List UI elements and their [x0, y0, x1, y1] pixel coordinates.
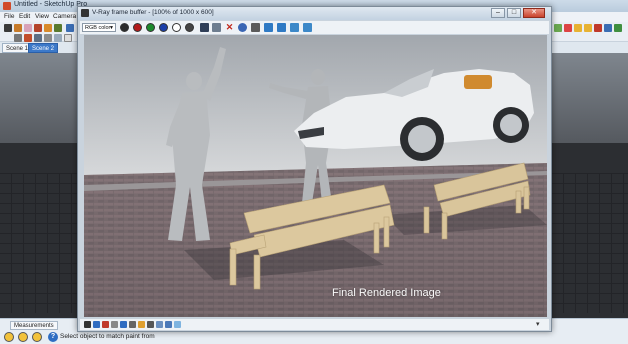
track-mouse-icon[interactable]: [238, 23, 247, 32]
arrow-icon[interactable]: [4, 24, 12, 32]
channel-mono-button[interactable]: [120, 23, 129, 32]
zoom-extents-icon[interactable]: [54, 34, 62, 42]
channel-select-value: RGB color: [85, 25, 111, 31]
move-icon[interactable]: [54, 24, 62, 32]
credits-icon[interactable]: [18, 332, 28, 342]
menu-file[interactable]: File: [4, 13, 14, 20]
pencil-icon[interactable]: [14, 24, 22, 32]
region-render-icon[interactable]: [264, 23, 273, 32]
right-toolbar: [552, 22, 628, 32]
lens-effects-icon[interactable]: [102, 321, 109, 328]
close-button[interactable]: ✕: [523, 8, 545, 18]
vfb-toolbar: RGB color ▼ ✕: [80, 21, 549, 34]
minimize-button[interactable]: –: [491, 8, 505, 18]
vray-light-icon[interactable]: [574, 24, 582, 32]
user-icon[interactable]: [32, 332, 42, 342]
vray-proxy-icon[interactable]: [614, 24, 622, 32]
tab-scene-2[interactable]: Scene 2: [28, 43, 59, 53]
copy-icon[interactable]: [251, 23, 260, 32]
help-icon[interactable]: ?: [48, 332, 58, 342]
color-correction-icon[interactable]: [303, 23, 312, 32]
channel-mono-view-button[interactable]: [185, 23, 194, 32]
channel-blue-button[interactable]: [159, 23, 168, 32]
lut-icon[interactable]: [165, 321, 172, 328]
curve-icon[interactable]: [147, 321, 154, 328]
exposure-icon[interactable]: [138, 321, 145, 328]
save-icon[interactable]: [200, 23, 209, 32]
render-scene: [84, 35, 547, 317]
vray-green-icon[interactable]: [554, 24, 562, 32]
vray-app-icon: [81, 9, 89, 17]
vfb-titlebar[interactable]: V-Ray frame buffer - [100% of 1000 x 600…: [78, 7, 551, 20]
channel-green-button[interactable]: [146, 23, 155, 32]
stamp-icon[interactable]: [129, 321, 136, 328]
geo-location-icon[interactable]: [4, 332, 14, 342]
channel-select[interactable]: RGB color ▼: [82, 23, 116, 32]
vfb-bottom-toolbar: ▾: [80, 319, 549, 330]
paint-icon[interactable]: [34, 24, 42, 32]
home-icon[interactable]: [64, 34, 72, 42]
menu-camera[interactable]: Camera: [53, 13, 76, 20]
vray-red-icon[interactable]: [564, 24, 572, 32]
pan-icon[interactable]: [34, 34, 42, 42]
eraser-icon[interactable]: [24, 24, 32, 32]
chevron-down-icon[interactable]: ▾: [536, 321, 543, 328]
render-caption: Final Rendered Image: [332, 287, 441, 299]
channel-alpha-button[interactable]: [172, 23, 181, 32]
scene-tabs: Scene 1 Scene 2: [0, 42, 80, 53]
compare-icon[interactable]: [120, 321, 127, 328]
vray-sphere-icon[interactable]: [594, 24, 602, 32]
sketchup-app-icon: [3, 2, 11, 10]
vray-plane-icon[interactable]: [604, 24, 612, 32]
tape-icon[interactable]: [14, 34, 22, 42]
link-icon[interactable]: [290, 23, 299, 32]
info-icon[interactable]: [111, 321, 118, 328]
zoom-icon[interactable]: [44, 34, 52, 42]
chevron-down-icon: ▼: [109, 25, 114, 31]
channel-red-button[interactable]: [133, 23, 142, 32]
save-all-icon[interactable]: [212, 23, 221, 32]
measurements-tab[interactable]: Measurements: [10, 321, 58, 330]
menu-edit[interactable]: Edit: [19, 13, 30, 20]
vfb-title: V-Ray frame buffer - [100% of 1000 x 600…: [92, 9, 214, 16]
vfb-settings-icon[interactable]: [93, 321, 100, 328]
status-message: Select object to match paint from: [60, 333, 155, 340]
rendered-image: Final Rendered Image: [84, 35, 547, 317]
rotate-icon[interactable]: [66, 24, 74, 32]
srgb-icon[interactable]: [174, 321, 181, 328]
vray-sun-icon[interactable]: [584, 24, 592, 32]
levels-icon[interactable]: [156, 321, 163, 328]
menu-view[interactable]: View: [35, 13, 49, 20]
maximize-button[interactable]: □: [507, 8, 521, 18]
clear-image-icon[interactable]: ✕: [225, 23, 234, 32]
history-icon[interactable]: [84, 321, 91, 328]
render-last-icon[interactable]: [277, 23, 286, 32]
vray-frame-buffer-window: V-Ray frame buffer - [100% of 1000 x 600…: [77, 6, 552, 332]
push-pull-icon[interactable]: [44, 24, 52, 32]
orbit-icon[interactable]: [24, 34, 32, 42]
